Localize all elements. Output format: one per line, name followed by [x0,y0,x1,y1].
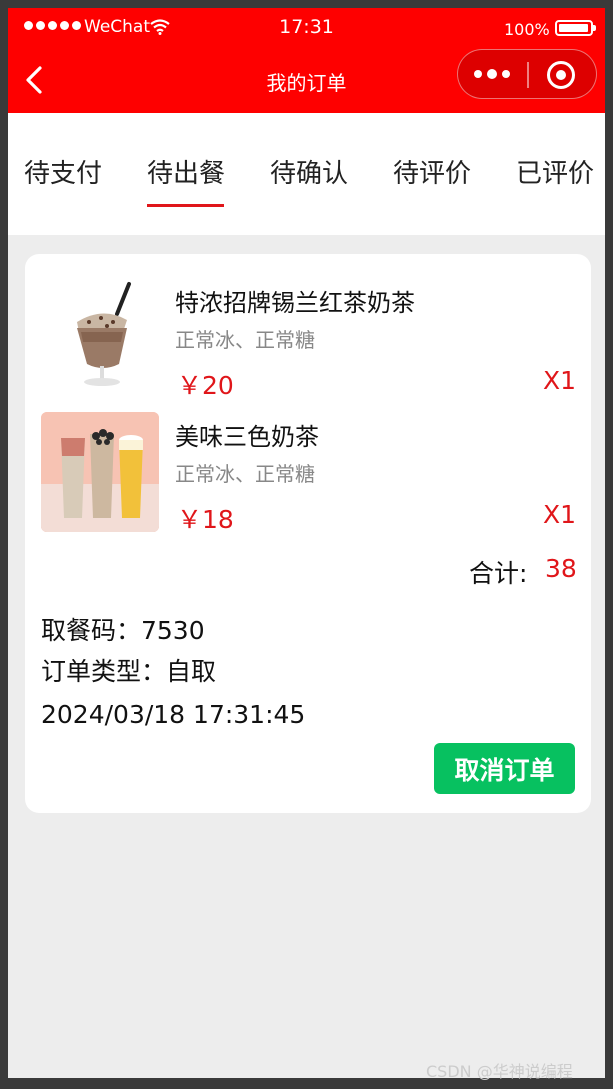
active-tab-indicator [147,204,224,207]
more-menu-icon[interactable] [474,63,514,85]
capsule-divider [527,62,529,88]
status-bar: WeChat 17:31 100% [8,8,605,48]
item-price: ￥20 [177,371,234,400]
order-status-tabs: 待支付 待出餐 待确认 待评价 已评价 [8,113,605,235]
item-quantity: X1 [543,366,577,395]
three-milk-teas-image [41,412,159,532]
milk-tea-glass-image [41,270,159,390]
battery-percent: 100% [504,20,550,39]
total-amount: 38 [545,554,577,583]
mini-program-capsule [457,49,597,99]
item-name: 特浓招牌锡兰红茶奶茶 [175,289,415,317]
tab-pending-review[interactable]: 待评价 [393,153,471,190]
item-name: 美味三色奶茶 [175,423,319,451]
order-datetime: 2024/03/18 17:31:45 [41,700,306,729]
order-card: 特浓招牌锡兰红茶奶茶 正常冰、正常糖 ￥20 X1 美味三色奶茶 正常冰、正常糖… [25,254,591,813]
total-label: 合计: [469,559,528,588]
item-spec: 正常冰、正常糖 [175,328,315,352]
close-mini-program-icon[interactable] [547,61,575,89]
cancel-order-button[interactable]: 取消订单 [434,743,575,794]
order-type: 订单类型：自取 [41,657,217,686]
watermark: CSDN @华神说编程 [426,1062,573,1081]
tab-pending-confirm[interactable]: 待确认 [270,153,348,190]
tab-reviewed[interactable]: 已评价 [516,153,594,190]
item-spec: 正常冰、正常糖 [175,462,315,486]
phone-screen: WeChat 17:31 100% 我的订单 待支付 待出餐 待确认 待评价 已… [8,8,605,1078]
tab-pending-meal[interactable]: 待出餐 [147,153,225,190]
item-quantity: X1 [543,500,577,529]
tab-pending-payment[interactable]: 待支付 [24,153,102,190]
pickup-code: 取餐码：7530 [41,616,205,645]
header-bar: WeChat 17:31 100% 我的订单 [8,8,605,113]
battery-icon [555,20,596,36]
item-price: ￥18 [177,505,234,534]
